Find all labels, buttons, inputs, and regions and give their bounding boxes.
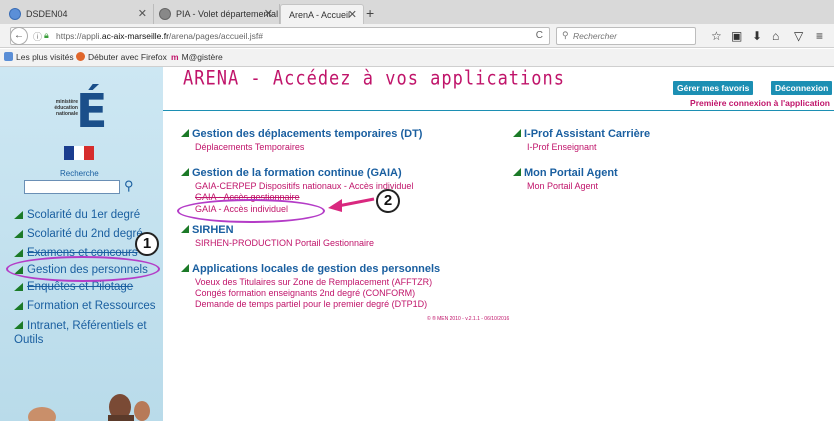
sidebar-item-scolarite-1er[interactable]: Scolarité du 1er degré	[14, 209, 140, 221]
header-divider	[163, 110, 834, 111]
green-arrow-icon	[181, 264, 189, 272]
close-tab-icon[interactable]: ✕	[348, 5, 357, 24]
lock-icon[interactable]: 🔒︎	[44, 30, 49, 41]
sidebar-item-enquetes[interactable]: Enquêtes et Pilotage	[14, 281, 133, 293]
main-content: ARENA - Accédez à vos applications Gérer…	[163, 67, 834, 421]
bookmark-most-visited[interactable]: Les plus visités	[4, 52, 74, 62]
page-title: ARENA - Accédez à vos applications	[183, 67, 565, 90]
url-bar[interactable]: ← ⓘ 🔒︎ https://appli.ac-aix-marseille.fr…	[10, 27, 550, 45]
people-illustration	[28, 394, 150, 421]
firefox-icon	[76, 52, 85, 61]
search-bar[interactable]: ⚲	[556, 27, 696, 45]
url-text[interactable]: https://appli.ac-aix-marseille.fr/arena/…	[56, 31, 263, 41]
close-tab-icon[interactable]: ✕	[138, 4, 147, 24]
star-icon[interactable]: ☆	[711, 29, 722, 43]
link-iprof-enseignant[interactable]: I-Prof Enseignant	[527, 142, 597, 152]
tab-label: ArenA - Accueil	[289, 10, 351, 20]
green-arrow-icon	[14, 230, 23, 238]
annotation-circle-gaia-individuel	[177, 199, 325, 223]
green-arrow-icon	[14, 302, 23, 310]
search-input[interactable]	[573, 30, 691, 42]
annotation-badge-2: 2	[376, 189, 400, 213]
green-arrow-icon	[181, 225, 189, 233]
ministry-logo: ministère éducation nationale É	[54, 85, 107, 137]
section-dt-title[interactable]: Gestion des déplacements temporaires (DT…	[181, 128, 422, 140]
green-arrow-icon	[513, 168, 521, 176]
green-arrow-icon	[181, 168, 189, 176]
tab-arena-accueil[interactable]: ArenA - Accueil ✕	[280, 4, 364, 24]
library-icon[interactable]: ▣	[731, 29, 742, 43]
tab-pia[interactable]: PIA - Volet départemental ... ✕	[154, 4, 280, 24]
green-arrow-icon	[14, 321, 23, 329]
sidebar-item-scolarite-2nd[interactable]: Scolarité du 2nd degré	[14, 228, 143, 240]
annotation-badge-1: 1	[135, 232, 159, 256]
sidebar-search-input[interactable]	[24, 180, 120, 194]
section-sirhen-title[interactable]: SIRHEN	[181, 224, 234, 236]
reload-icon[interactable]: C	[536, 30, 543, 41]
dsden-favicon-icon	[9, 8, 21, 20]
section-iprof-title[interactable]: I-Prof Assistant Carrière	[513, 128, 650, 140]
green-arrow-icon	[181, 129, 189, 137]
footer-copyright: © ® MEN 2010 - v.2.1.1 - 06/10/2016	[427, 316, 510, 322]
back-arrow-icon[interactable]: ←	[10, 27, 28, 45]
green-arrow-icon	[14, 283, 23, 291]
tab-dsden04[interactable]: DSDEN04 ✕	[4, 4, 154, 24]
link-sirhen-production[interactable]: SIRHEN-PRODUCTION Portail Gestionnaire	[195, 238, 374, 248]
link-afftzr[interactable]: Voeux des Titulaires sur Zone de Remplac…	[195, 277, 432, 287]
close-tab-icon[interactable]: ✕	[264, 4, 273, 24]
annotation-circle-gestion-personnels	[6, 256, 160, 282]
section-portail-agent-title[interactable]: Mon Portail Agent	[513, 167, 618, 179]
bookmark-folder-icon	[4, 52, 13, 61]
link-conform[interactable]: Congés formation enseignants 2nd degré (…	[195, 288, 415, 298]
info-icon[interactable]: ⓘ	[33, 30, 42, 43]
home-icon[interactable]: ⌂	[772, 29, 779, 43]
green-arrow-icon	[14, 211, 23, 219]
link-deplacements-temporaires[interactable]: Déplacements Temporaires	[195, 142, 304, 152]
search-icon: ⚲	[562, 30, 569, 40]
sidebar-item-intranet[interactable]: Intranet, Référentiels et Outils	[14, 319, 159, 347]
search-label: Recherche	[60, 169, 99, 178]
logo-text: ministère éducation nationale	[54, 99, 78, 117]
section-applications-locales-title[interactable]: Applications locales de gestion des pers…	[181, 263, 440, 275]
link-gaia-cerpep[interactable]: GAIA-CERPEP Dispositifs nationaux - Accè…	[195, 181, 413, 191]
manage-favorites-button[interactable]: Gérer mes favoris	[673, 81, 754, 95]
pocket-icon[interactable]: ▽	[794, 29, 803, 43]
tab-strip: DSDEN04 ✕ PIA - Volet départemental ... …	[0, 0, 834, 24]
search-icon[interactable]: ⚲	[124, 178, 134, 194]
logo-letter: É	[76, 84, 108, 138]
logout-button[interactable]: Déconnexion	[771, 81, 833, 95]
republique-francaise-flag-icon	[64, 146, 94, 160]
pia-favicon-icon	[159, 8, 171, 20]
section-gaia-title[interactable]: Gestion de la formation continue (GAIA)	[181, 167, 402, 179]
bookmark-getting-started[interactable]: Débuter avec Firefox	[76, 52, 167, 62]
sidebar-item-formation[interactable]: Formation et Ressources	[14, 300, 155, 312]
bookmarks-bar: Les plus visités Débuter avec Firefox mM…	[0, 49, 834, 67]
link-dtp1d[interactable]: Demande de temps partiel pour le premier…	[195, 299, 427, 309]
bookmark-magistere[interactable]: m M@gistère	[171, 52, 223, 62]
first-connection-link[interactable]: Première connexion à l'application	[690, 98, 830, 108]
menu-icon[interactable]: ≡	[816, 29, 823, 43]
link-mon-portail-agent[interactable]: Mon Portail Agent	[527, 181, 598, 191]
tab-label: DSDEN04	[26, 9, 68, 19]
green-arrow-icon	[14, 249, 23, 257]
download-icon[interactable]: ⬇	[752, 29, 762, 43]
magistere-icon: m	[171, 52, 179, 62]
navigation-bar: ← ⓘ 🔒︎ https://appli.ac-aix-marseille.fr…	[0, 24, 834, 48]
annotation-arrow-icon	[328, 197, 375, 212]
new-tab-button[interactable]: +	[366, 4, 374, 22]
green-arrow-icon	[513, 129, 521, 137]
